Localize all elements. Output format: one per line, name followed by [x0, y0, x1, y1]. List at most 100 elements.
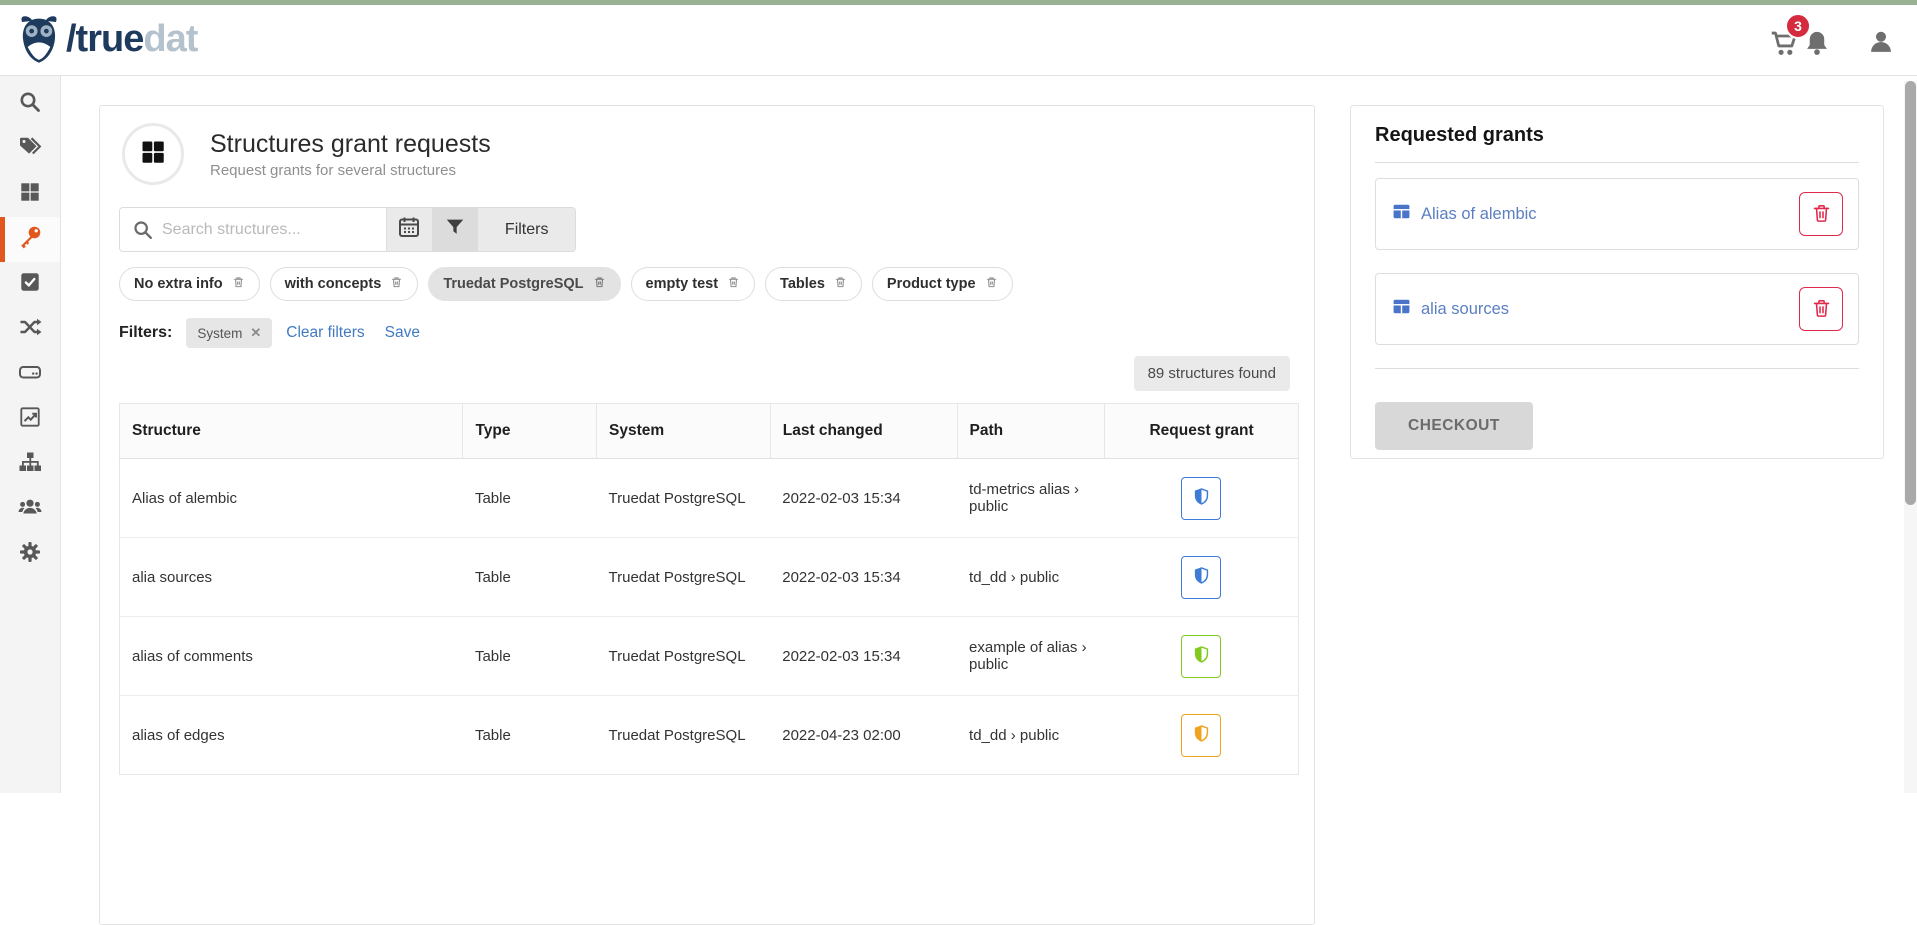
- request-grant-button[interactable]: [1181, 714, 1221, 757]
- cell-system: Truedat PostgreSQL: [597, 538, 771, 617]
- sidebar-item-search[interactable]: [0, 82, 60, 127]
- sidebar-item-tags[interactable]: [0, 127, 60, 172]
- chip-trash-icon[interactable]: [727, 275, 740, 293]
- cell-type: Table: [463, 696, 597, 775]
- requested-grants-title: Requested grants: [1375, 124, 1859, 147]
- table-header-row: Structure Type System Last changed Path …: [120, 404, 1299, 459]
- column-header-type[interactable]: Type: [463, 404, 597, 459]
- cell-last-changed: 2022-02-03 15:34: [770, 459, 957, 538]
- shield-icon: [1192, 723, 1211, 747]
- grid-icon: [19, 181, 41, 208]
- cell-last-changed: 2022-02-03 15:34: [770, 538, 957, 617]
- filters-toggle-button[interactable]: Filters: [478, 208, 575, 251]
- chip-tables[interactable]: Tables: [765, 267, 862, 301]
- remove-filter-icon[interactable]: ✕: [250, 325, 261, 341]
- chart-icon: [19, 406, 41, 433]
- requested-grants-panel: Requested grants Alias of alembic alia s…: [1350, 105, 1884, 459]
- calendar-icon: [397, 215, 421, 244]
- sidebar-item-settings[interactable]: [0, 532, 60, 577]
- sidebar: [0, 76, 61, 793]
- chip-trash-icon[interactable]: [232, 275, 245, 293]
- cell-type: Table: [463, 459, 597, 538]
- cart-count-badge: 3: [1785, 13, 1811, 39]
- request-grant-button[interactable]: [1181, 477, 1221, 520]
- topbar-actions: 3: [1769, 19, 1895, 61]
- cell-path: td_dd › public: [957, 696, 1105, 775]
- sidebar-item-taxonomy[interactable]: [0, 442, 60, 487]
- sidebar-item-quality[interactable]: [0, 262, 60, 307]
- chip-no-extra-info[interactable]: No extra info: [119, 267, 260, 301]
- key-icon: [18, 225, 42, 254]
- chip-truedat-postgresql[interactable]: Truedat PostgreSQL: [428, 267, 620, 301]
- hierarchy-icon: [18, 450, 42, 479]
- check-square-icon: [19, 271, 41, 298]
- search-input[interactable]: [120, 208, 386, 251]
- cell-system: Truedat PostgreSQL: [597, 696, 771, 775]
- search-box: [120, 208, 386, 251]
- cell-type: Table: [463, 617, 597, 696]
- table-icon: [1391, 202, 1412, 226]
- active-filters-row: Filters: System ✕ Clear filters Save: [119, 318, 1298, 348]
- save-filters-link[interactable]: Save: [385, 324, 420, 342]
- column-header-last-changed[interactable]: Last changed: [770, 404, 957, 459]
- cart-notifications-group[interactable]: 3: [1769, 19, 1833, 61]
- users-icon: [17, 495, 43, 524]
- cell-system: Truedat PostgreSQL: [597, 617, 771, 696]
- cell-last-changed: 2022-02-03 15:34: [770, 617, 957, 696]
- results-count-row: 89 structures found: [116, 356, 1290, 391]
- table-row: alias of edges Table Truedat PostgreSQL …: [120, 696, 1299, 775]
- request-grant-button[interactable]: [1181, 635, 1221, 678]
- owl-logo-icon: [16, 13, 62, 65]
- search-icon: [132, 219, 154, 246]
- grant-item-link[interactable]: Alias of alembic: [1391, 202, 1537, 226]
- shuffle-icon: [18, 315, 42, 344]
- request-grant-button[interactable]: [1181, 556, 1221, 599]
- user-profile-icon[interactable]: [1867, 28, 1895, 61]
- remove-grant-button[interactable]: [1799, 287, 1843, 331]
- sidebar-item-grid[interactable]: [0, 172, 60, 217]
- sidebar-item-grants[interactable]: [0, 217, 60, 262]
- trash-icon: [1811, 297, 1832, 322]
- table-row: alias of comments Table Truedat PostgreS…: [120, 617, 1299, 696]
- clear-filters-link[interactable]: Clear filters: [286, 324, 364, 342]
- column-header-system[interactable]: System: [597, 404, 771, 459]
- chip-trash-icon[interactable]: [593, 275, 606, 293]
- cell-path: example of alias › public: [957, 617, 1105, 696]
- column-header-request-grant: Request grant: [1105, 404, 1299, 459]
- page-header: Structures grant requests Request grants…: [116, 123, 1298, 185]
- page-header-icon: [122, 123, 184, 185]
- cell-path: td_dd › public: [957, 538, 1105, 617]
- chip-trash-icon[interactable]: [390, 275, 403, 293]
- calendar-filter-button[interactable]: [386, 208, 432, 251]
- table-icon: [1391, 297, 1412, 321]
- trash-icon: [1811, 202, 1832, 227]
- truedat-logo[interactable]: /truedat: [16, 13, 197, 65]
- cell-structure: alias of comments: [120, 617, 463, 696]
- cell-structure: alia sources: [120, 538, 463, 617]
- column-header-path[interactable]: Path: [957, 404, 1105, 459]
- table-row: alia sources Table Truedat PostgreSQL 20…: [120, 538, 1299, 617]
- filters-caption: Filters:: [119, 324, 172, 342]
- sidebar-item-metrics[interactable]: [0, 397, 60, 442]
- chip-product-type[interactable]: Product type: [872, 267, 1013, 301]
- sidebar-item-users[interactable]: [0, 487, 60, 532]
- chip-with-concepts[interactable]: with concepts: [270, 267, 419, 301]
- shield-icon: [1192, 565, 1211, 589]
- sidebar-item-sources[interactable]: [0, 352, 60, 397]
- remove-grant-button[interactable]: [1799, 192, 1843, 236]
- filter-funnel-button[interactable]: [432, 208, 479, 251]
- grid-structures-icon: [139, 138, 167, 171]
- scrollbar-thumb[interactable]: [1905, 81, 1916, 505]
- page-title: Structures grant requests: [210, 130, 491, 159]
- chip-trash-icon[interactable]: [985, 275, 998, 293]
- sidebar-item-lineage[interactable]: [0, 307, 60, 352]
- scrollbar-track[interactable]: [1904, 81, 1917, 793]
- checkout-button[interactable]: CHECKOUT: [1375, 402, 1533, 450]
- column-header-structure[interactable]: Structure: [120, 404, 463, 459]
- chip-empty-test[interactable]: empty test: [631, 267, 756, 301]
- topbar: /truedat 3: [0, 0, 1917, 76]
- grant-item-link[interactable]: alia sources: [1391, 297, 1509, 321]
- filter-chips-row: No extra info with concepts Truedat Post…: [119, 267, 1298, 301]
- chip-trash-icon[interactable]: [834, 275, 847, 293]
- cell-structure: alias of edges: [120, 696, 463, 775]
